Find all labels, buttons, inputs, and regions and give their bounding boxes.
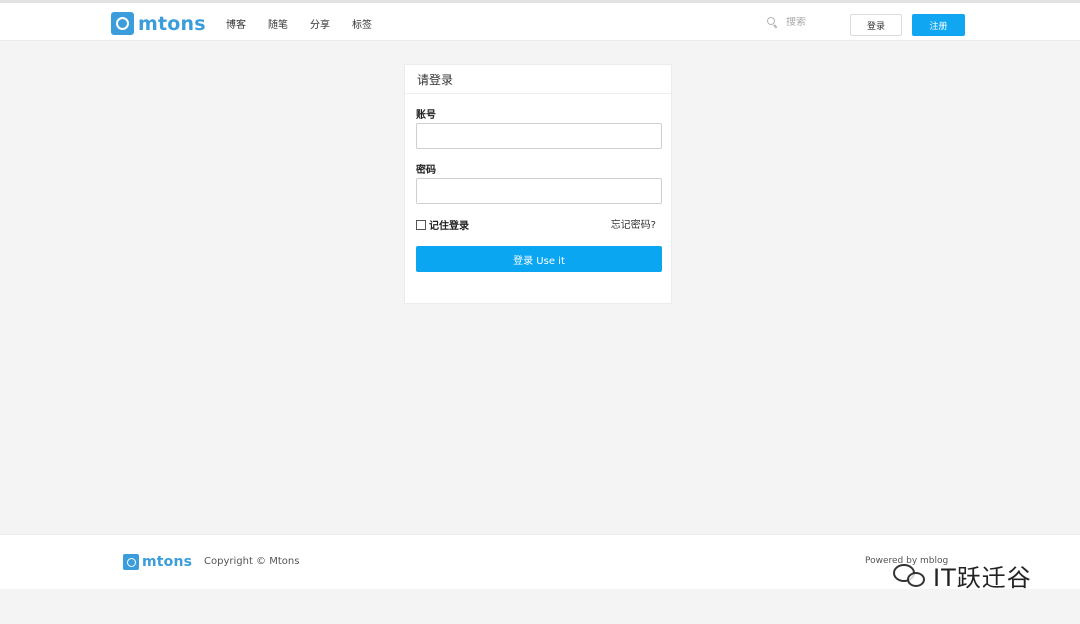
- logo-icon: [111, 12, 134, 35]
- remember-label: 记住登录: [429, 221, 469, 232]
- account-input[interactable]: [416, 123, 662, 149]
- account-label: 账号: [416, 110, 436, 121]
- login-button[interactable]: 登录: [850, 14, 902, 36]
- watermark: IT跃迁谷: [893, 558, 1032, 593]
- footer-logo-icon: [123, 554, 139, 570]
- remember-me[interactable]: 记住登录: [416, 217, 469, 232]
- submit-login-button[interactable]: 登录 Use it: [416, 246, 662, 272]
- login-panel-title: 请登录: [405, 65, 671, 94]
- top-navbar: mtons 博客 随笔 分享 标签 登录 注册: [0, 0, 1080, 41]
- nav-item-tags[interactable]: 标签: [352, 16, 372, 31]
- copyright-text: Copyright © Mtons: [204, 556, 300, 567]
- footer-logo-text: mtons: [142, 554, 193, 570]
- logo-text: mtons: [138, 12, 206, 35]
- register-button[interactable]: 注册: [912, 14, 965, 36]
- password-label: 密码: [416, 165, 436, 176]
- nav-item-notes[interactable]: 随笔: [268, 16, 288, 31]
- nav-item-blog[interactable]: 博客: [226, 16, 246, 31]
- wechat-icon: [893, 562, 929, 590]
- nav-item-share[interactable]: 分享: [310, 16, 330, 31]
- search-box: [767, 17, 846, 29]
- remember-checkbox[interactable]: [416, 219, 426, 230]
- password-input[interactable]: [416, 178, 662, 204]
- watermark-text: IT跃迁谷: [933, 564, 1032, 592]
- site-logo[interactable]: mtons: [111, 12, 206, 35]
- search-input[interactable]: [786, 17, 846, 28]
- search-icon[interactable]: [767, 17, 778, 29]
- footer-logo[interactable]: mtons: [123, 554, 192, 570]
- login-panel: 请登录 账号 密码 记住登录 忘记密码? 登录 Use it: [404, 64, 672, 304]
- main-nav: 博客 随笔 分享 标签: [226, 16, 394, 31]
- forgot-password-link[interactable]: 忘记密码?: [611, 216, 656, 231]
